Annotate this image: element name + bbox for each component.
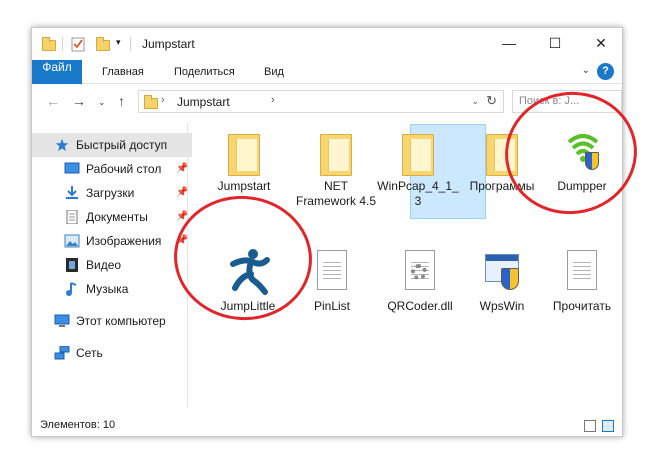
sidebar-item-pictures[interactable]: Изображения 📌	[32, 229, 192, 253]
title-bar: ▾ Jumpstart — ☐ ✕	[32, 28, 622, 60]
file-name: QRCoder.dll	[387, 299, 453, 313]
music-icon	[66, 282, 77, 296]
file-name: WinPcap_4_1_3	[377, 179, 459, 208]
file-name: WpsWin	[479, 299, 525, 313]
sidebar-item-video[interactable]: Видео	[32, 253, 192, 277]
item-count: Элементов: 10	[40, 419, 116, 431]
chevron-right-icon[interactable]: ›	[161, 94, 165, 106]
ribbon-tabs: Файл Главная Поделиться Вид ⌄ ?	[32, 60, 622, 84]
tab-file[interactable]: Файл	[32, 60, 82, 84]
tab-view[interactable]: Вид	[254, 60, 294, 84]
chevron-down-icon[interactable]: ⌄	[471, 96, 479, 107]
sidebar-item-quick-access[interactable]: Быстрый доступ	[32, 133, 192, 157]
file-item[interactable]: WinPcap_4_1_3	[375, 126, 461, 209]
file-name: PinList	[313, 299, 351, 313]
back-arrow-icon[interactable]: ←	[46, 93, 60, 109]
network-icon	[54, 346, 70, 360]
large-icons-view-icon[interactable]	[602, 420, 614, 432]
sidebar-item-label: Быстрый доступ	[76, 138, 168, 152]
address-bar[interactable]: › Jumpstart › ⌄ ↻	[138, 90, 504, 113]
divider	[130, 37, 131, 51]
navigation-pane: Быстрый доступ Рабочий стол 📌 Загрузки 📌…	[32, 120, 192, 410]
folder-icon	[320, 134, 352, 176]
close-button[interactable]: ✕	[578, 28, 622, 58]
desktop-icon	[64, 162, 80, 174]
file-name: Jumpstart	[217, 179, 271, 193]
sidebar-item-music[interactable]: Музыка	[32, 277, 192, 301]
refresh-icon[interactable]: ↻	[486, 93, 497, 109]
sidebar-item-label: Изображения	[86, 234, 162, 248]
documents-icon	[66, 210, 78, 224]
divider	[62, 37, 63, 51]
folder-icon	[402, 134, 434, 176]
gear-icon	[411, 264, 427, 280]
folder-icon	[228, 134, 260, 176]
sidebar-item-label: Загрузки	[86, 186, 135, 200]
new-folder-icon[interactable]	[96, 37, 110, 51]
ribbon-expand-icon[interactable]: ⌄	[582, 65, 590, 76]
properties-icon[interactable]	[70, 36, 86, 52]
sidebar-item-label: Рабочий стол	[86, 162, 162, 176]
sidebar-item-documents[interactable]: Документы 📌	[32, 205, 192, 229]
up-arrow-icon[interactable]: ↑	[118, 93, 125, 109]
star-icon	[55, 138, 69, 152]
folder-icon	[42, 37, 56, 51]
recent-locations-icon[interactable]: ⌄	[98, 97, 106, 108]
file-item[interactable]: Прочитать	[539, 246, 622, 314]
file-item[interactable]: WpsWin	[459, 246, 545, 314]
computer-icon	[54, 314, 70, 327]
sidebar-item-label: Видео	[86, 258, 122, 272]
tab-home[interactable]: Главная	[92, 60, 154, 84]
document-icon	[317, 250, 347, 290]
pictures-icon	[64, 234, 80, 248]
maximize-button[interactable]: ☐	[532, 28, 578, 58]
file-item[interactable]: Jumpstart	[201, 126, 287, 194]
document-icon	[567, 250, 597, 290]
file-name: Прочитать	[552, 299, 612, 313]
minimize-button[interactable]: —	[486, 28, 532, 58]
forward-arrow-icon[interactable]: →	[72, 93, 86, 109]
tab-share[interactable]: Поделиться	[164, 60, 245, 84]
explorer-window: ▾ Jumpstart — ☐ ✕ Файл Главная Поделитьс…	[31, 27, 623, 437]
shield-icon	[501, 268, 519, 290]
status-bar: Элементов: 10	[32, 415, 622, 436]
sidebar-item-downloads[interactable]: Загрузки 📌	[32, 181, 192, 205]
sidebar-item-label: Документы	[86, 210, 148, 224]
window-title: Jumpstart	[142, 37, 195, 51]
sidebar-item-desktop[interactable]: Рабочий стол 📌	[32, 157, 192, 181]
sidebar-item-network[interactable]: Сеть	[32, 341, 192, 365]
file-item[interactable]: QRCoder.dll	[377, 246, 463, 314]
help-button[interactable]: ?	[597, 63, 614, 80]
folder-icon	[144, 95, 158, 109]
sidebar-item-label: Сеть	[76, 346, 103, 360]
download-icon	[66, 186, 78, 199]
video-icon	[66, 258, 78, 272]
address-path[interactable]: Jumpstart	[177, 95, 230, 109]
quick-access-dropdown-icon[interactable]: ▾	[116, 37, 121, 48]
sidebar-item-label: Музыка	[86, 282, 129, 296]
sidebar-item-label: Этот компьютер	[76, 314, 166, 328]
chevron-right-icon[interactable]: ›	[271, 94, 275, 106]
details-view-icon[interactable]	[584, 420, 596, 432]
file-name: NET Framework 4.5	[295, 179, 377, 208]
sidebar-item-this-pc[interactable]: Этот компьютер	[32, 309, 192, 333]
file-item[interactable]: NET Framework 4.5	[293, 126, 379, 209]
